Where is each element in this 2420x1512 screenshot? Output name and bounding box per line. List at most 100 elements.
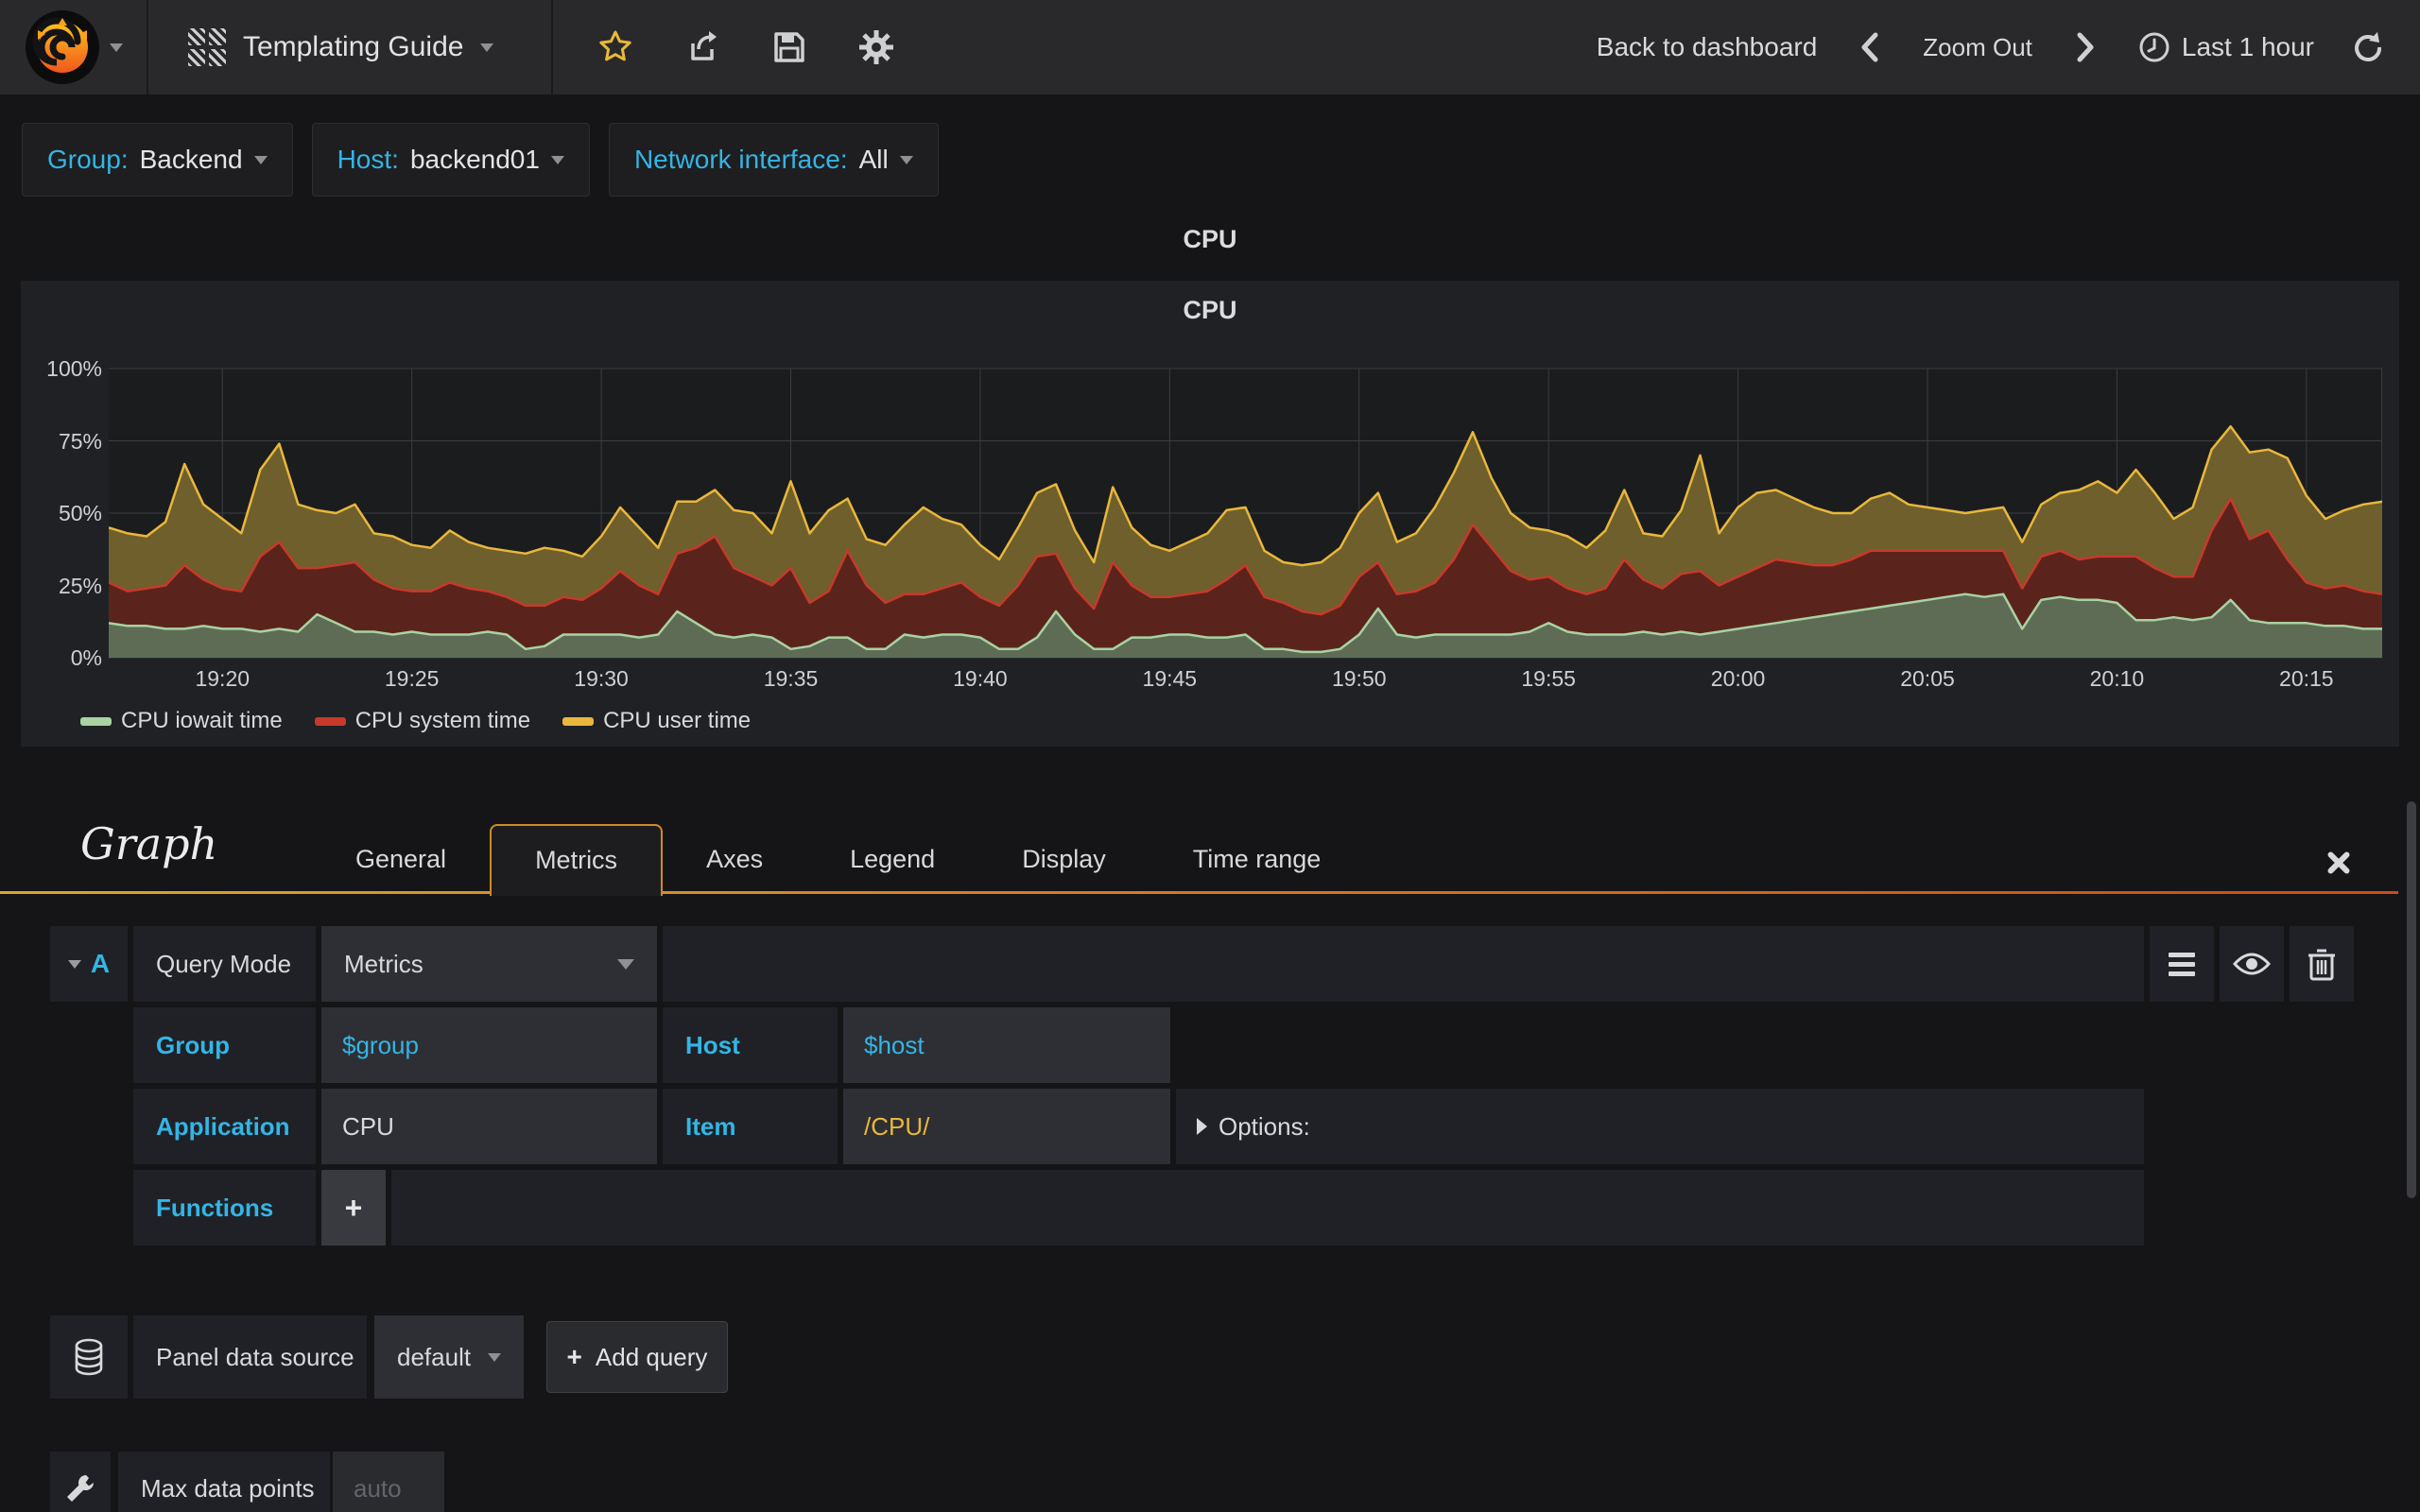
x-tick-label: 19:35 xyxy=(763,666,819,691)
trash-icon xyxy=(2308,949,2335,981)
query-row-filler xyxy=(663,926,2144,1002)
variable-host[interactable]: Host: backend01 xyxy=(311,123,590,197)
logo-caret-icon xyxy=(109,43,123,52)
tab-time-range[interactable]: Time range xyxy=(1150,825,1365,894)
legend-label: CPU user time xyxy=(603,708,752,733)
share-button[interactable] xyxy=(683,28,721,66)
query-collapse-button[interactable]: A xyxy=(50,926,128,1002)
datasource-select[interactable]: default xyxy=(374,1315,524,1399)
options-expand-icon xyxy=(1197,1118,1207,1135)
application-input[interactable] xyxy=(321,1089,657,1164)
x-tick-label: 19:30 xyxy=(574,666,629,691)
datasource-icon-cell xyxy=(50,1315,128,1399)
cpu-panel: CPU 0% 25% 50% 75% 100% 19:20 19:25 19:30 19:35… xyxy=(21,281,2399,747)
tab-axes[interactable]: Axes xyxy=(663,825,806,894)
query-delete-button[interactable] xyxy=(2290,926,2354,1002)
time-range-label: Last 1 hour xyxy=(2181,32,2314,61)
x-tick-label: 20:10 xyxy=(2089,666,2145,691)
variable-host-value: backend01 xyxy=(409,145,540,174)
star-icon xyxy=(599,30,631,61)
tab-legend[interactable]: Legend xyxy=(806,825,978,894)
tab-general[interactable]: General xyxy=(312,825,490,894)
grafana-logo-section[interactable] xyxy=(0,0,148,94)
variable-host-label: Host: xyxy=(337,145,399,174)
add-query-button[interactable]: + Add query xyxy=(546,1321,728,1393)
y-tick-label: 25% xyxy=(58,573,102,598)
clock-icon xyxy=(2139,32,2169,62)
item-input[interactable] xyxy=(843,1089,1170,1164)
time-forward-button[interactable] xyxy=(2066,28,2104,66)
legend-swatch xyxy=(314,716,346,726)
x-tick-label: 20:05 xyxy=(1900,666,1955,691)
close-editor-button[interactable] xyxy=(2321,845,2357,881)
application-label: Application xyxy=(133,1089,316,1164)
time-picker-button[interactable]: Last 1 hour xyxy=(2138,31,2314,63)
share-icon xyxy=(691,31,717,60)
query-mode-select[interactable]: Metrics xyxy=(321,926,657,1002)
star-button[interactable] xyxy=(596,28,634,66)
add-function-button[interactable]: + xyxy=(321,1170,386,1246)
panel-title[interactable]: CPU xyxy=(21,296,2399,325)
group-input[interactable] xyxy=(321,1007,657,1083)
scrollbar[interactable] xyxy=(2407,801,2416,1198)
tab-metrics[interactable]: Metrics xyxy=(490,823,664,896)
legend-item[interactable]: CPU user time xyxy=(562,708,751,734)
save-button[interactable] xyxy=(770,28,808,66)
y-tick-label: 100% xyxy=(46,356,102,381)
variable-group[interactable]: Group: Backend xyxy=(22,123,293,197)
variable-caret-icon xyxy=(253,155,268,164)
dashboard-row-title[interactable]: CPU xyxy=(0,225,2420,254)
legend-swatch xyxy=(562,716,595,726)
options-label: Options: xyxy=(1219,1111,1310,1141)
chevron-right-icon xyxy=(2077,32,2094,62)
tab-underline xyxy=(0,891,2398,894)
select-caret-icon xyxy=(488,1352,501,1362)
application-field xyxy=(321,1089,657,1164)
refresh-button[interactable] xyxy=(2348,28,2386,66)
legend-label: CPU system time xyxy=(354,708,531,733)
item-field xyxy=(843,1089,1170,1164)
x-tick-label: 19:40 xyxy=(953,666,1008,691)
legend-item[interactable]: CPU iowait time xyxy=(80,708,283,734)
select-caret-icon xyxy=(617,958,634,970)
host-input[interactable] xyxy=(843,1007,1170,1083)
editor-tabs: General Metrics Axes Legend Display Time… xyxy=(312,823,1365,896)
legend-swatch xyxy=(80,716,112,726)
wrench-icon xyxy=(67,1474,95,1502)
grafana-logo-icon xyxy=(25,10,99,84)
panel-type-label: Graph xyxy=(80,818,218,869)
refresh-icon xyxy=(2355,32,2382,61)
grafana-app: Templating Guide Back to dashboard Zoom … xyxy=(0,0,2420,1512)
datasource-value: default xyxy=(397,1342,472,1371)
tab-display[interactable]: Display xyxy=(978,825,1150,894)
query-menu-button[interactable] xyxy=(2150,926,2214,1002)
variable-netif-value: All xyxy=(858,145,889,174)
variable-group-label: Group: xyxy=(47,145,129,174)
settings-button[interactable] xyxy=(857,28,895,66)
legend-item[interactable]: CPU system time xyxy=(314,708,531,734)
max-data-points-input[interactable] xyxy=(333,1452,444,1512)
time-back-button[interactable] xyxy=(1851,28,1889,66)
query-toggle-visibility-button[interactable] xyxy=(2220,926,2284,1002)
host-field xyxy=(843,1007,1170,1083)
variable-netif[interactable]: Network interface: All xyxy=(608,123,939,197)
x-tick-label: 19:45 xyxy=(1142,666,1198,691)
eye-icon xyxy=(2233,953,2271,975)
group-label: Group xyxy=(133,1007,316,1083)
title-caret-icon xyxy=(480,43,494,52)
functions-label: Functions xyxy=(133,1170,316,1246)
variable-group-value: Backend xyxy=(139,145,243,174)
dashboard-title-button[interactable]: Templating Guide xyxy=(150,0,553,94)
options-toggle[interactable]: Options: xyxy=(1176,1089,2144,1164)
settings-icon-cell xyxy=(50,1452,111,1512)
chevron-left-icon xyxy=(1861,32,1878,62)
navbar-right: Back to dashboard Zoom Out Last 1 hour xyxy=(1597,0,2386,94)
collapse-caret-icon xyxy=(67,959,81,969)
x-tick-label: 19:50 xyxy=(1331,666,1387,691)
variable-caret-icon xyxy=(899,155,913,164)
back-to-dashboard-button[interactable]: Back to dashboard xyxy=(1597,32,1818,62)
x-tick-label: 19:20 xyxy=(195,666,251,691)
cpu-stacked-area-chart[interactable] xyxy=(109,348,2382,660)
query-mode-value: Metrics xyxy=(344,949,424,978)
zoom-out-button[interactable]: Zoom Out xyxy=(1923,33,2032,62)
